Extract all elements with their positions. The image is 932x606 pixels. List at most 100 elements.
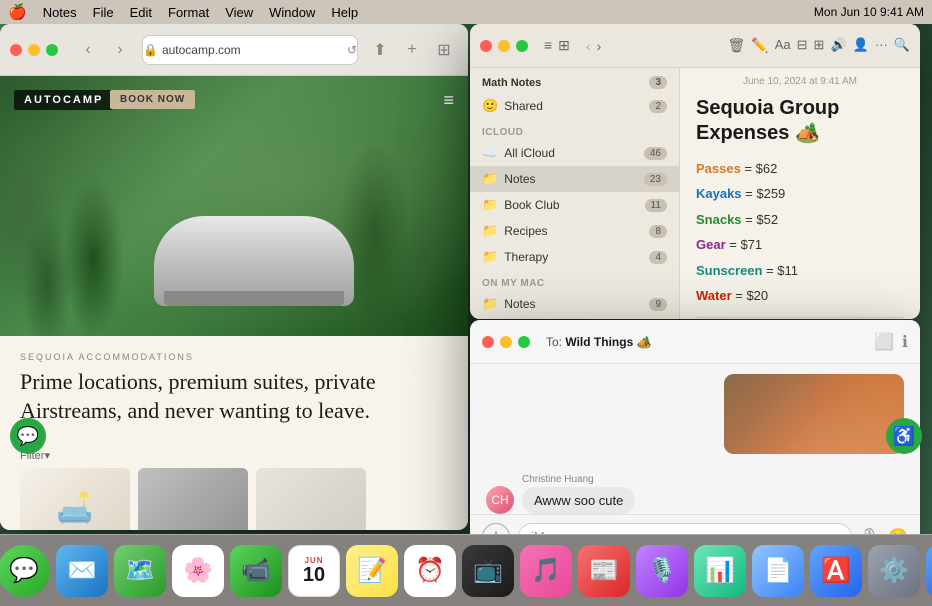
- close-button[interactable]: [10, 44, 22, 56]
- water-text: Water: [696, 288, 732, 303]
- refresh-icon[interactable]: ↺: [347, 43, 357, 57]
- sidebar-toggle[interactable]: ⊞: [430, 36, 458, 64]
- address-bar[interactable]: 🔒 autocamp.com ↺: [142, 35, 358, 65]
- message-row-christine: CH Christine Huang Awww soo cute: [486, 474, 904, 514]
- menu-view[interactable]: View: [225, 5, 253, 20]
- note-date: June 10, 2024 at 9:41 AM: [696, 76, 904, 87]
- sidebar-item-all-icloud[interactable]: ☁️ All iCloud 46: [470, 140, 679, 166]
- forward-button[interactable]: ›: [106, 36, 134, 64]
- maximize-button[interactable]: [46, 44, 58, 56]
- shared-count: 2: [649, 100, 667, 113]
- snacks-text: Snacks: [696, 212, 742, 227]
- text-section: SEQUOIA ACCOMMODATIONS Prime locations, …: [0, 336, 468, 441]
- sidebar-item-notes[interactable]: 📁 Notes 23: [470, 166, 679, 192]
- notes-close-button[interactable]: [480, 40, 492, 52]
- dock-maps[interactable]: 🗺️: [114, 545, 166, 597]
- new-tab-button[interactable]: +: [398, 36, 426, 64]
- messages-body: CH Christine Huang Awww soo cute LD Liz …: [470, 364, 920, 514]
- notes-table[interactable]: ⊟: [797, 37, 808, 54]
- menubar: 🍎 Notes File Edit Format View Window Hel…: [0, 0, 932, 24]
- dock-appletv[interactable]: 📺: [462, 545, 514, 597]
- notes-new-note[interactable]: ✏️: [751, 37, 768, 54]
- notes-search[interactable]: 🔍: [894, 37, 910, 54]
- dock-calendar[interactable]: JUN 10: [288, 545, 340, 597]
- hamburger-menu-icon[interactable]: ≡: [443, 90, 454, 111]
- notes-folder-label: Notes: [504, 172, 535, 186]
- dock-notes[interactable]: 📝: [346, 545, 398, 597]
- share-button[interactable]: ⬆: [366, 36, 394, 64]
- menu-help[interactable]: Help: [331, 5, 358, 20]
- menu-window[interactable]: Window: [269, 5, 315, 20]
- recipient-name: Wild Things 🏕️: [565, 335, 651, 349]
- info-icon[interactable]: ℹ: [902, 332, 908, 352]
- dock-photos[interactable]: 🌸: [172, 545, 224, 597]
- menu-edit[interactable]: Edit: [130, 5, 152, 20]
- accessibility-button[interactable]: ♿: [886, 418, 922, 454]
- messages-maximize-button[interactable]: [518, 336, 530, 348]
- notes-minimize-button[interactable]: [498, 40, 510, 52]
- message-input[interactable]: iMessage: [518, 523, 852, 535]
- shared-icon: 🙂: [482, 98, 498, 114]
- dock-reminders[interactable]: ⏰: [404, 545, 456, 597]
- dock-pages[interactable]: 📄: [752, 545, 804, 597]
- dock-mail[interactable]: ✉️: [56, 545, 108, 597]
- notes-font[interactable]: Aa: [775, 37, 791, 54]
- sidebar-item-therapy[interactable]: 📁 Therapy 4: [470, 244, 679, 270]
- gear-value: = $71: [726, 237, 763, 252]
- menu-format[interactable]: Format: [168, 5, 209, 20]
- menu-notes[interactable]: Notes: [43, 5, 77, 20]
- photo-3: [256, 468, 366, 530]
- video-call-icon[interactable]: ⬜: [874, 332, 894, 352]
- dock-messages[interactable]: 💬: [0, 545, 50, 597]
- notes-forward[interactable]: ›: [597, 38, 602, 54]
- emoji-picker-icon[interactable]: 😊: [888, 527, 908, 535]
- dock-appstore[interactable]: 🅰️: [810, 545, 862, 597]
- photo-1: 🛋️: [20, 468, 130, 530]
- sidebar-item-recipes[interactable]: 📁 Recipes 8: [470, 218, 679, 244]
- dock-settings[interactable]: ⚙️: [868, 545, 920, 597]
- sidebar-item-shared[interactable]: 🙂 Shared 2: [470, 93, 679, 119]
- notes-grid-view[interactable]: ⊞: [558, 37, 570, 54]
- menu-file[interactable]: File: [93, 5, 114, 20]
- new-folder-button[interactable]: + New Folder: [470, 317, 679, 319]
- dock-music[interactable]: 🎵: [520, 545, 572, 597]
- dock-news[interactable]: 📰: [578, 545, 630, 597]
- add-attachment-button[interactable]: +: [482, 523, 510, 535]
- therapy-icon: 📁: [482, 249, 498, 265]
- notes-delete[interactable]: 🗑: [728, 37, 746, 54]
- notes-grid[interactable]: ⊞: [814, 37, 825, 54]
- water-value: = $20: [732, 288, 769, 303]
- apple-menu[interactable]: 🍎: [8, 3, 27, 21]
- book-now-button[interactable]: BOOK NOW: [110, 90, 195, 109]
- my-notes-icon: 📁: [482, 296, 498, 312]
- menubar-time: Mon Jun 10 9:41 AM: [814, 5, 924, 19]
- notes-more[interactable]: ···: [875, 37, 888, 54]
- messages-input-bar: + iMessage 🎙 😊: [470, 514, 920, 534]
- minimize-button[interactable]: [28, 44, 40, 56]
- notes-audio[interactable]: 🔊: [830, 37, 846, 54]
- notes-back[interactable]: ‹: [586, 38, 591, 54]
- filter-section[interactable]: Filter▾: [0, 441, 468, 468]
- on-my-mac-label: On My Mac: [470, 270, 679, 291]
- messages-minimize-button[interactable]: [500, 336, 512, 348]
- messages-traffic-lights: [482, 336, 530, 348]
- dock-podcasts[interactable]: 🎙️: [636, 545, 688, 597]
- chat-floating-button[interactable]: 💬: [10, 418, 46, 454]
- shared-label: Shared: [504, 99, 543, 113]
- book-club-count: 11: [645, 199, 667, 212]
- dock-numbers[interactable]: 📊: [694, 545, 746, 597]
- message-recipient-label: To: Wild Things 🏕️: [546, 335, 652, 349]
- notes-sidebar-toggle[interactable]: ≡: [544, 37, 552, 54]
- sidebar-item-book-club[interactable]: 📁 Book Club 11: [470, 192, 679, 218]
- dock-iphone-mirroring[interactable]: 📱: [926, 545, 932, 597]
- messages-close-button[interactable]: [482, 336, 494, 348]
- notes-share[interactable]: 👤: [853, 37, 869, 54]
- sidebar-item-my-notes[interactable]: 📁 Notes 9: [470, 291, 679, 317]
- math-notes-label[interactable]: Math Notes: [482, 77, 541, 89]
- all-icloud-count: 46: [644, 147, 667, 160]
- recipes-icon: 📁: [482, 223, 498, 239]
- dock-facetime[interactable]: 📹: [230, 545, 282, 597]
- notes-maximize-button[interactable]: [516, 40, 528, 52]
- back-button[interactable]: ‹: [74, 36, 102, 64]
- audio-message-icon[interactable]: 🎙: [860, 527, 880, 535]
